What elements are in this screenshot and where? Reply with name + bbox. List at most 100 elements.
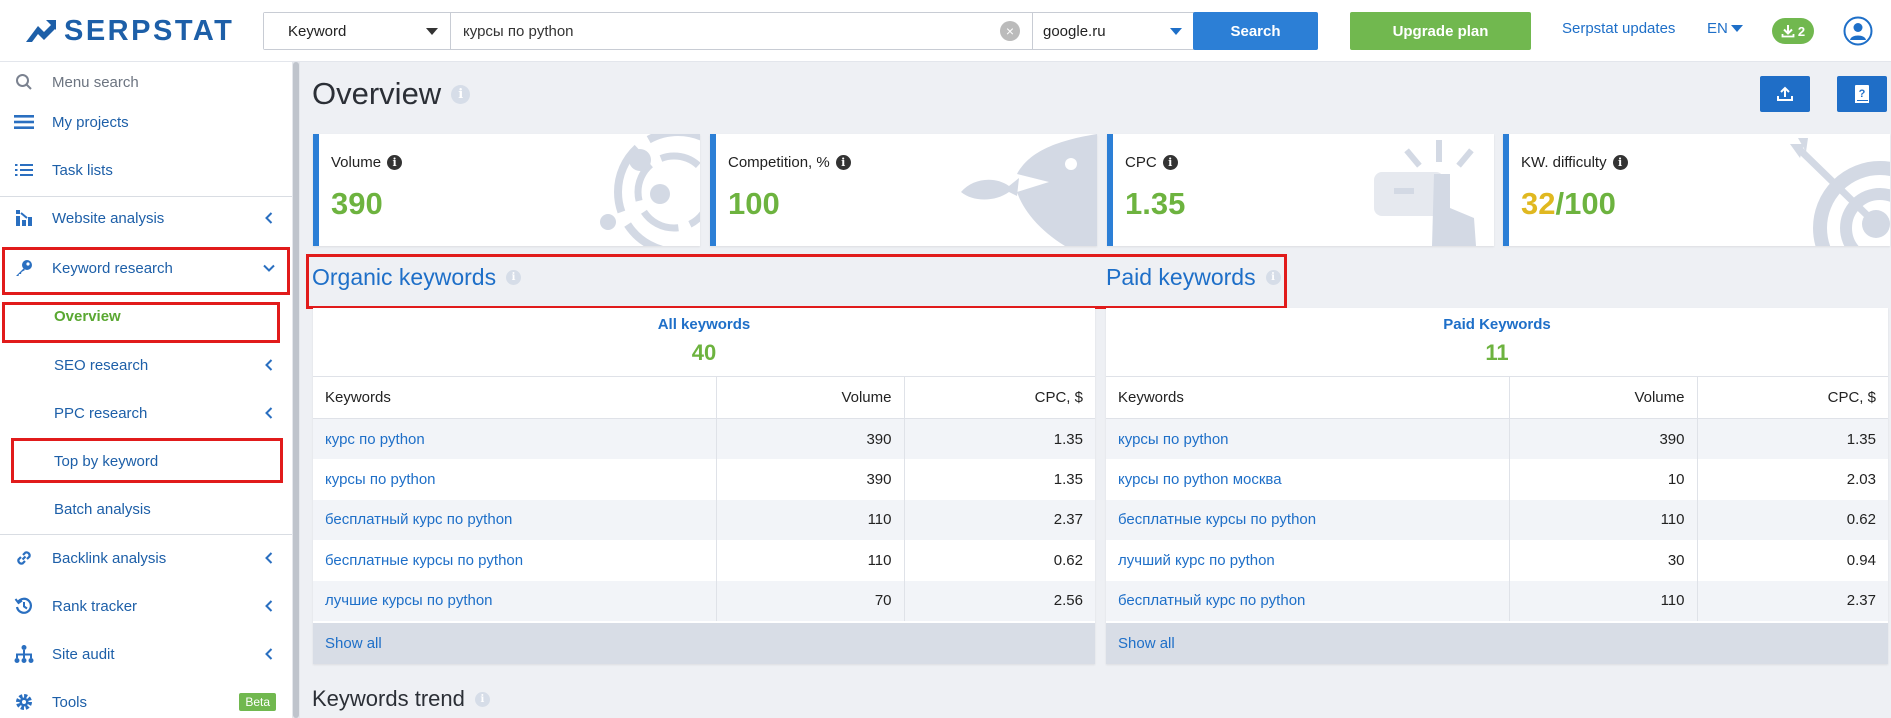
column-header-keywords[interactable]: Keywords <box>313 376 717 419</box>
info-icon[interactable]: i <box>451 84 471 104</box>
clear-icon[interactable]: × <box>1000 21 1020 41</box>
keyword-link[interactable]: курсы по python <box>313 459 717 500</box>
info-icon[interactable]: i <box>1612 155 1628 170</box>
table-row: бесплатный курс по python 110 2.37 <box>313 499 1095 540</box>
organic-show-all-link[interactable]: Show all <box>313 623 1095 664</box>
table-header-row: Keywords Volume CPC, $ <box>313 376 1095 419</box>
sidebar-item-task-lists[interactable]: Task lists <box>0 150 292 190</box>
chevron-down-icon <box>263 264 275 272</box>
cpc-cell: 0.62 <box>1053 551 1083 569</box>
metric-label: Competition, % i <box>728 154 851 171</box>
sidebar-item-my-projects[interactable]: My projects <box>0 102 292 142</box>
keyword-link[interactable]: бесплатный курс по python <box>1106 580 1510 621</box>
download-icon <box>1781 25 1795 38</box>
chevron-left-icon <box>265 407 273 419</box>
keyword-link[interactable]: бесплатные курсы по python <box>313 540 717 581</box>
sidebar-item-rank-tracker[interactable]: Rank tracker <box>0 586 292 626</box>
top-header: SERPSTAT Keyword курсы по python × googl… <box>0 0 1891 62</box>
info-icon[interactable]: i <box>1162 155 1178 170</box>
sidebar-subitem-overview[interactable]: Overview <box>0 296 292 336</box>
metric-card-competition: Competition, % i 100 <box>710 134 1097 246</box>
upload-icon <box>1777 86 1793 101</box>
keyword-link[interactable]: бесплатные курсы по python <box>1106 499 1510 540</box>
sidebar-subitem-ppc-research[interactable]: PPC research <box>0 393 292 433</box>
sidebar-subitem-batch-analysis[interactable]: Batch analysis <box>0 489 292 529</box>
search-query-text: курсы по python <box>463 22 574 40</box>
metric-label-text: CPC <box>1125 154 1157 171</box>
sidebar-item-backlink-analysis[interactable]: Backlink analysis <box>0 538 292 578</box>
keyword-link[interactable]: бесплатный курс по python <box>313 499 717 540</box>
metric-label: Volume i <box>331 154 403 171</box>
chevron-left-icon <box>265 648 273 660</box>
keyword-link[interactable]: лучшие курсы по python <box>313 580 717 621</box>
sidebar-item-site-audit[interactable]: Site audit <box>0 634 292 674</box>
search-input[interactable]: курсы по python × <box>451 13 1032 49</box>
keyword-link[interactable]: курсы по python москва <box>1106 459 1510 500</box>
all-keywords-label[interactable]: All keywords <box>313 316 1095 333</box>
kd-max: /100 <box>1555 186 1616 221</box>
volume-cell: 390 <box>1509 418 1698 459</box>
search-button[interactable]: Search <box>1193 12 1318 50</box>
paid-keywords-title-text[interactable]: Paid keywords <box>1106 264 1256 291</box>
cpc-cell: 1.35 <box>1053 470 1083 488</box>
keyword-link[interactable]: курс по python <box>313 418 717 459</box>
language-value: EN <box>1707 20 1728 37</box>
info-icon[interactable]: i <box>387 155 403 170</box>
volume-cell: 390 <box>716 418 905 459</box>
user-avatar-icon[interactable] <box>1843 16 1873 46</box>
sidebar-subitem-label: Overview <box>54 307 121 325</box>
serpstat-logo[interactable]: SERPSTAT <box>24 14 234 48</box>
metric-label-text: Competition, % <box>728 154 830 171</box>
column-header-volume[interactable]: Volume <box>716 376 905 419</box>
keyword-link[interactable]: курсы по python <box>1106 418 1510 459</box>
sidebar-subitem-top-by-keyword[interactable]: Top by keyword <box>0 441 292 481</box>
column-header-cpc[interactable]: CPC, $ <box>1697 376 1888 419</box>
volume-cell: 110 <box>1509 580 1698 621</box>
table-row: курсы по python 390 1.35 <box>1106 418 1888 459</box>
link-icon <box>14 548 34 568</box>
upgrade-plan-button[interactable]: Upgrade plan <box>1350 12 1531 50</box>
search-type-select[interactable]: Keyword <box>264 13 451 49</box>
info-icon[interactable]: i <box>835 155 851 170</box>
help-button[interactable]: ? <box>1837 76 1887 112</box>
volume-cell: 110 <box>716 499 905 540</box>
chevron-left-icon <box>265 552 273 564</box>
sidebar-subitem-seo-research[interactable]: SEO research <box>0 345 292 385</box>
table-row: курсы по python 390 1.35 <box>313 459 1095 500</box>
info-icon[interactable]: i <box>474 691 490 707</box>
info-icon[interactable]: i <box>1265 270 1281 285</box>
search-database-select[interactable]: google.ru <box>1032 13 1194 49</box>
column-header-keywords[interactable]: Keywords <box>1106 376 1510 419</box>
metric-card-cpc: CPC i 1.35 <box>1107 134 1494 246</box>
organic-keywords-title-text[interactable]: Organic keywords <box>312 264 496 291</box>
sidebar-scrollbar-thumb[interactable] <box>293 62 299 718</box>
menu-search-input[interactable]: Menu search <box>0 62 292 102</box>
sidebar-item-tools[interactable]: Tools Beta <box>0 682 292 718</box>
paid-keywords-title: Paid keywords i <box>1106 264 1281 291</box>
sidebar-divider <box>0 196 292 197</box>
cpc-cell: 0.94 <box>1846 551 1876 569</box>
metric-value: 32/100 <box>1521 186 1616 222</box>
paid-show-all-link[interactable]: Show all <box>1106 623 1888 664</box>
serpstat-updates-link[interactable]: Serpstat updates <box>1562 20 1675 37</box>
table-header-row: Keywords Volume CPC, $ <box>1106 376 1888 419</box>
sidebar-subitem-label: Batch analysis <box>54 500 151 518</box>
keyword-link[interactable]: лучший курс по python <box>1106 540 1510 581</box>
language-select[interactable]: EN <box>1707 20 1743 37</box>
sidebar-item-keyword-research[interactable]: Keyword research <box>0 248 292 288</box>
column-header-volume[interactable]: Volume <box>1509 376 1698 419</box>
sidebar-item-website-analysis[interactable]: Website analysis <box>0 198 292 238</box>
column-header-cpc[interactable]: CPC, $ <box>904 376 1095 419</box>
cpc-cell: 1.35 <box>1697 418 1888 459</box>
sidebar-item-label: Keyword research <box>52 259 173 277</box>
target-decoration-icon <box>1790 138 1890 246</box>
sidebar-item-label: Website analysis <box>52 209 165 227</box>
cpc-cell: 1.35 <box>904 418 1095 459</box>
export-button[interactable] <box>1760 76 1810 112</box>
sidebar-item-label: Tools <box>52 693 88 711</box>
downloads-button[interactable]: 2 <box>1772 18 1814 44</box>
paid-keywords-label[interactable]: Paid Keywords <box>1106 316 1888 333</box>
downloads-count: 2 <box>1797 23 1806 39</box>
info-icon[interactable]: i <box>506 270 522 285</box>
cpc-cell: 2.37 <box>904 499 1095 540</box>
